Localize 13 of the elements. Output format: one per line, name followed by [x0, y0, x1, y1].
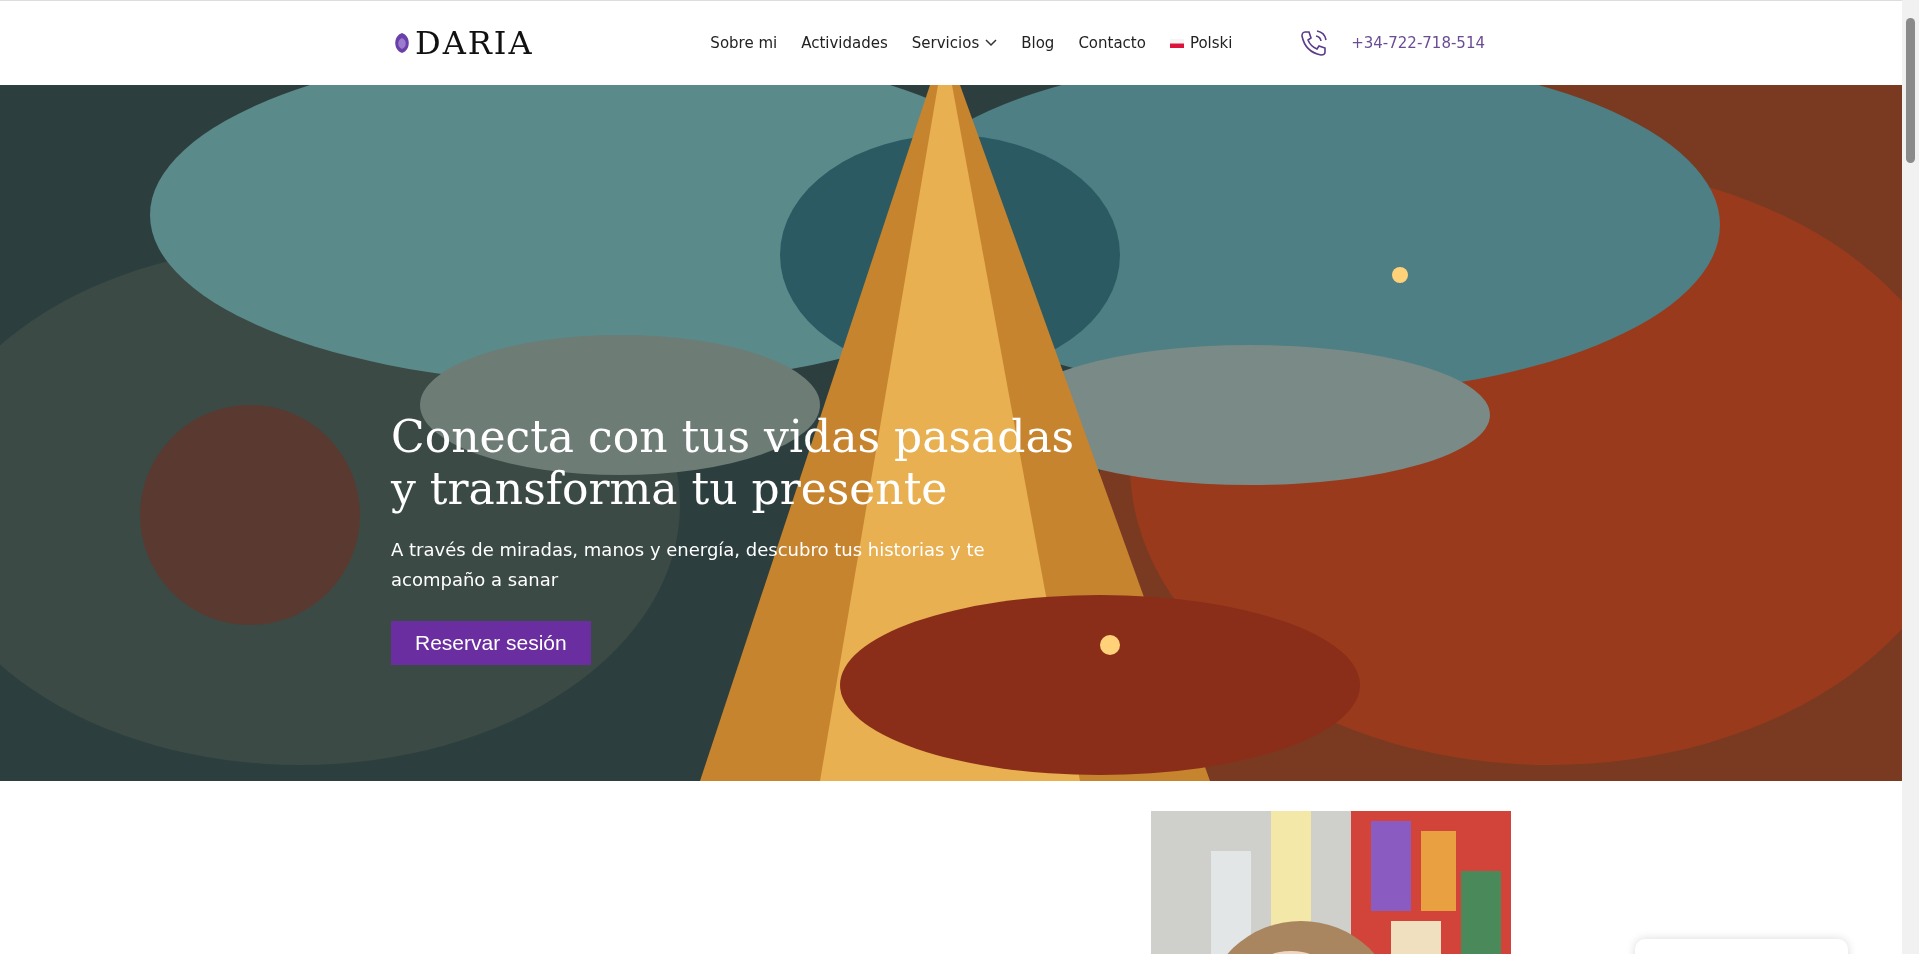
logo[interactable]: DARIA: [415, 24, 534, 62]
book-session-button[interactable]: Reservar sesión: [391, 621, 591, 665]
phone-icon: [1299, 28, 1330, 58]
nav-link[interactable]: Sobre mi: [710, 34, 778, 52]
language-link[interactable]: Polski: [1169, 34, 1233, 52]
caret-icon: [985, 39, 998, 47]
nav-link[interactable]: Blog: [1021, 34, 1055, 52]
scrollbar[interactable]: [1902, 0, 1919, 954]
flag-icon: [1169, 38, 1184, 48]
nav-link[interactable]: Contacto: [1078, 34, 1146, 52]
phone-link[interactable]: +34-722-718-514: [1351, 34, 1485, 52]
nav-link[interactable]: Actividades: [801, 34, 888, 52]
nav-dropdown[interactable]: Servicios: [911, 34, 998, 52]
